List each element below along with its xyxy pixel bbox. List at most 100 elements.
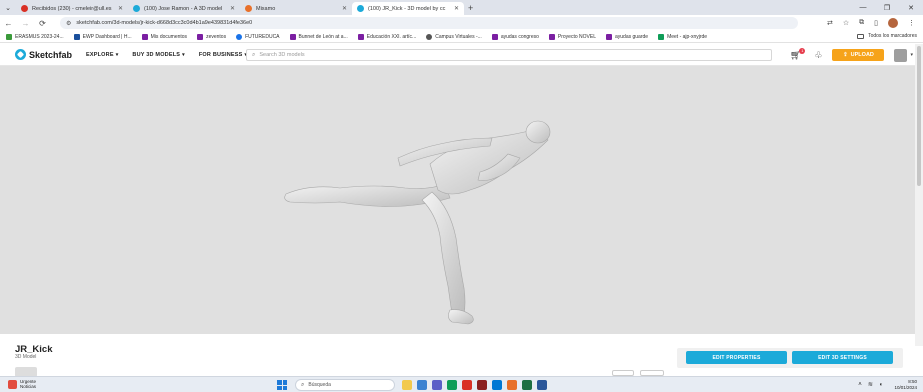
bookmark-favicon-icon xyxy=(426,33,433,40)
bookmark-favicon-icon xyxy=(289,33,296,40)
taskbar-search[interactable]: ⌕ Búsqueda xyxy=(295,379,395,391)
screen: ⌄ Recibidos (230) - cmeleir@ull.es ✕ (10… xyxy=(0,0,923,392)
chevron-down-icon: ▾ xyxy=(115,51,119,58)
chevron-down-icon[interactable]: ▾ xyxy=(910,52,913,58)
tab-search-icon[interactable]: ⌄ xyxy=(0,0,16,15)
scrollbar-thumb[interactable] xyxy=(917,46,921,186)
browser-tab-4-active[interactable]: (100) JR_Kick - 3D model by cc ✕ xyxy=(352,2,464,15)
edit-3d-settings-button[interactable]: EDIT 3D SETTINGS xyxy=(792,351,893,364)
user-avatar[interactable] xyxy=(894,48,908,62)
windows-taskbar: Urgente Noticias ⌕ Búsqueda ˄ ≋ ◖ 8:50 10… xyxy=(0,376,923,392)
bookmark-favicon-icon xyxy=(548,33,555,40)
close-window-icon[interactable]: ✕ xyxy=(899,4,923,12)
folder-icon xyxy=(857,33,865,39)
taskbar-app-icon[interactable] xyxy=(447,380,457,390)
header-actions: 🛒︎ 1 ♧ ⇪ UPLOAD ▾ xyxy=(790,47,913,62)
extensions-icon[interactable]: ⧉ xyxy=(859,19,864,27)
bookmark-item[interactable]: Educación XXI. artíc... xyxy=(357,33,416,40)
taskbar-app-icon[interactable] xyxy=(477,380,487,390)
clock[interactable]: 8:50 10/01/2024 xyxy=(894,379,917,390)
bookmark-item[interactable]: ERASMUS 2023-24... xyxy=(6,33,64,40)
chevron-up-icon[interactable]: ˄ xyxy=(858,382,862,388)
bookmark-item[interactable]: EWP Dashboard | H... xyxy=(73,33,132,40)
upload-icon: ⇪ xyxy=(843,52,848,58)
sketchfab-logo[interactable]: Sketchfab xyxy=(15,49,72,60)
bookmark-item[interactable]: Bunnet de León at a... xyxy=(289,33,348,40)
url-text: sketchfab.com/3d-models/jr-kick-d668d3cc… xyxy=(76,20,253,26)
gmail-icon xyxy=(21,5,28,12)
search-input[interactable]: ⌕ Search 3D models xyxy=(246,49,772,61)
model-viewer[interactable] xyxy=(0,66,915,334)
new-tab-button[interactable]: + xyxy=(468,3,473,13)
taskbar-app-icon[interactable] xyxy=(402,380,412,390)
bookmark-item[interactable]: Meet - ajp-xnyjrde xyxy=(658,33,707,40)
forward-icon[interactable]: → xyxy=(17,19,34,28)
search-icon: ⌕ xyxy=(252,51,256,58)
browser-tab-3[interactable]: Mixamo ✕ xyxy=(240,2,352,15)
bookmark-item[interactable]: ayudas guarde xyxy=(605,33,648,40)
address-bar-row: ← → ⟳ ⚙ sketchfab.com/3d-models/jr-kick-… xyxy=(0,15,923,31)
close-tab-icon[interactable]: ✕ xyxy=(342,5,347,12)
translate-icon[interactable]: ⇄ xyxy=(827,19,833,27)
side-panel-icon[interactable]: ▯ xyxy=(874,19,878,27)
nav-buy-3d-models[interactable]: BUY 3D MODELS ▾ xyxy=(132,52,184,58)
bookmarks-bar: ERASMUS 2023-24... EWP Dashboard | H... … xyxy=(0,31,923,43)
browser-tab-1[interactable]: Recibidos (230) - cmeleir@ull.es ✕ xyxy=(16,2,128,15)
wifi-icon[interactable]: ≋ xyxy=(868,381,873,388)
nav-for-business[interactable]: FOR BUSINESS ▾ xyxy=(199,52,247,58)
sketchfab-tab-icon xyxy=(357,5,364,12)
close-tab-icon[interactable]: ✕ xyxy=(118,5,123,12)
close-tab-icon[interactable]: ✕ xyxy=(230,5,235,12)
profile-avatar[interactable] xyxy=(888,18,898,28)
bookmark-favicon-icon xyxy=(6,33,12,40)
bookmark-item[interactable]: zeventos xyxy=(197,33,226,40)
browser-tab-strip: ⌄ Recibidos (230) - cmeleir@ull.es ✕ (10… xyxy=(0,0,923,15)
upload-button[interactable]: ⇪ UPLOAD xyxy=(832,49,885,61)
taskbar-app-icon[interactable] xyxy=(417,380,427,390)
reload-icon[interactable]: ⟳ xyxy=(34,19,51,28)
taskbar-app-icon[interactable] xyxy=(507,380,517,390)
bookmark-item[interactable]: Mis documentos xyxy=(141,33,187,40)
site-header: Sketchfab EXPLORE ▾ BUY 3D MODELS ▾ FOR BU… xyxy=(0,44,923,66)
cart-icon[interactable]: 🛒︎ 1 xyxy=(790,47,806,61)
window-controls: — ❐ ✕ xyxy=(851,0,923,15)
windows-start-icon[interactable] xyxy=(277,380,287,390)
taskbar-apps xyxy=(402,380,547,390)
news-widget[interactable]: Urgente Noticias xyxy=(8,379,36,389)
model-type-label: 3D Model xyxy=(15,354,37,360)
bookmark-item[interactable]: ayudas congreso xyxy=(491,33,539,40)
search-placeholder: Search 3D models xyxy=(259,52,305,58)
notifications-icon[interactable]: ♧ xyxy=(814,50,822,61)
bookmark-favicon-icon xyxy=(236,33,243,40)
taskbar-app-icon[interactable] xyxy=(462,380,472,390)
all-bookmarks-button[interactable]: Todos los marcadores xyxy=(857,33,917,39)
model-info-panel: JR_Kick 3D Model EDIT PROPERTIES EDIT 3D… xyxy=(0,334,915,377)
bookmark-item[interactable]: Campus Virtuales -... xyxy=(426,33,482,40)
browser-tab-2[interactable]: (100) Jose Ramon - A 3D model ✕ xyxy=(128,2,240,15)
tab-title: (100) Jose Ramon - A 3D model xyxy=(144,5,223,12)
system-tray: ˄ ≋ ◖ 8:50 10/01/2024 xyxy=(858,379,917,390)
bookmark-item[interactable]: Proyecto NOVEL xyxy=(548,33,596,40)
minimize-icon[interactable]: — xyxy=(851,4,875,11)
close-tab-icon[interactable]: ✕ xyxy=(454,5,459,12)
taskbar-app-icon[interactable] xyxy=(537,380,547,390)
page-scrollbar[interactable] xyxy=(915,44,923,346)
restore-icon[interactable]: ❐ xyxy=(875,4,899,12)
taskbar-app-icon[interactable] xyxy=(492,380,502,390)
bookmark-favicon-icon xyxy=(197,33,204,40)
bookmark-star-icon[interactable]: ☆ xyxy=(843,19,849,27)
volume-icon[interactable]: ◖ xyxy=(879,382,883,388)
tab-title: Recibidos (230) - cmeleir@ull.es xyxy=(32,5,112,12)
back-icon[interactable]: ← xyxy=(0,19,17,28)
browser-menu-icon[interactable]: ⋮ xyxy=(908,19,915,27)
edit-actions-bar: EDIT PROPERTIES EDIT 3D SETTINGS xyxy=(677,348,903,368)
3d-model-figure[interactable] xyxy=(280,118,560,328)
url-field[interactable]: ⚙ sketchfab.com/3d-models/jr-kick-d668d3… xyxy=(60,17,798,29)
taskbar-app-icon[interactable] xyxy=(522,380,532,390)
bookmark-item[interactable]: FUTUREDUCA xyxy=(236,33,280,40)
nav-explore[interactable]: EXPLORE ▾ xyxy=(86,52,118,58)
taskbar-app-icon[interactable] xyxy=(432,380,442,390)
edit-properties-button[interactable]: EDIT PROPERTIES xyxy=(686,351,787,364)
site-info-icon[interactable]: ⚙ xyxy=(66,20,71,27)
bookmark-favicon-icon xyxy=(141,33,148,40)
